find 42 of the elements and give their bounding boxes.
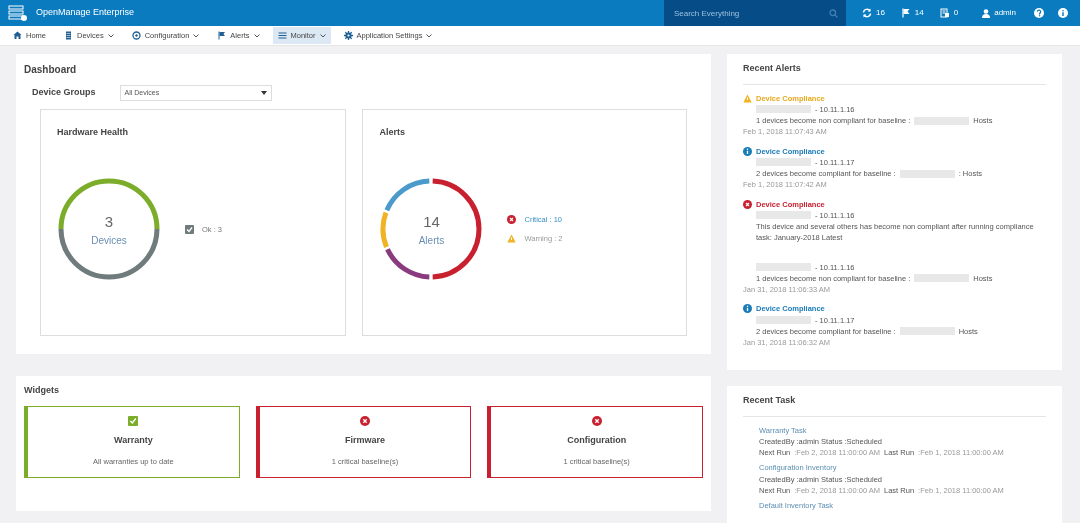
- list-icon: [277, 31, 287, 40]
- stat-count[interactable]: 16: [875, 7, 885, 19]
- card-title: Hardware Health: [57, 126, 130, 139]
- sync-icon: [861, 8, 872, 18]
- help-icon[interactable]: [1034, 8, 1044, 18]
- settings-icon: [343, 31, 353, 40]
- check-icon: [185, 224, 194, 234]
- info-icon: [743, 146, 752, 156]
- error-icon: [360, 416, 370, 427]
- stat-count[interactable]: 0: [953, 7, 959, 19]
- center-label: Alerts: [418, 234, 445, 248]
- warning-icon: [507, 234, 517, 244]
- search-field[interactable]: Search Everything: [663, 0, 846, 26]
- home-icon: [13, 31, 22, 40]
- panel-title: Dashboard: [24, 63, 78, 77]
- check-icon: [128, 416, 139, 427]
- user-icon: [982, 8, 991, 18]
- info-icon: [743, 304, 752, 314]
- card-title: Alerts: [379, 126, 406, 139]
- app-title: OpenManage Enterprise: [36, 6, 135, 20]
- user-name[interactable]: admin: [994, 7, 1016, 19]
- warning-icon: [743, 93, 752, 103]
- center-value: 14: [423, 211, 440, 232]
- flag-icon: [900, 8, 911, 18]
- error-icon: [591, 416, 602, 427]
- info-icon[interactable]: [1058, 8, 1068, 18]
- panel-title: Recent Alerts: [743, 62, 1046, 85]
- server-logo-icon: [8, 5, 28, 21]
- palette-icon: [131, 31, 141, 40]
- search-icon: [828, 9, 838, 18]
- center-label: Devices: [91, 234, 127, 248]
- error-icon: [743, 199, 752, 209]
- caret-icon: [260, 91, 267, 95]
- stat-count[interactable]: 14: [914, 7, 924, 19]
- server-icon: [64, 31, 73, 40]
- panel-title: Widgets: [24, 384, 60, 397]
- field-label: Device Groups: [32, 86, 96, 100]
- error-icon: [507, 215, 517, 225]
- flag-icon: [217, 31, 227, 40]
- document-icon: [939, 8, 950, 18]
- panel-title: Recent Task: [743, 394, 1046, 417]
- center-value: 3: [104, 211, 114, 232]
